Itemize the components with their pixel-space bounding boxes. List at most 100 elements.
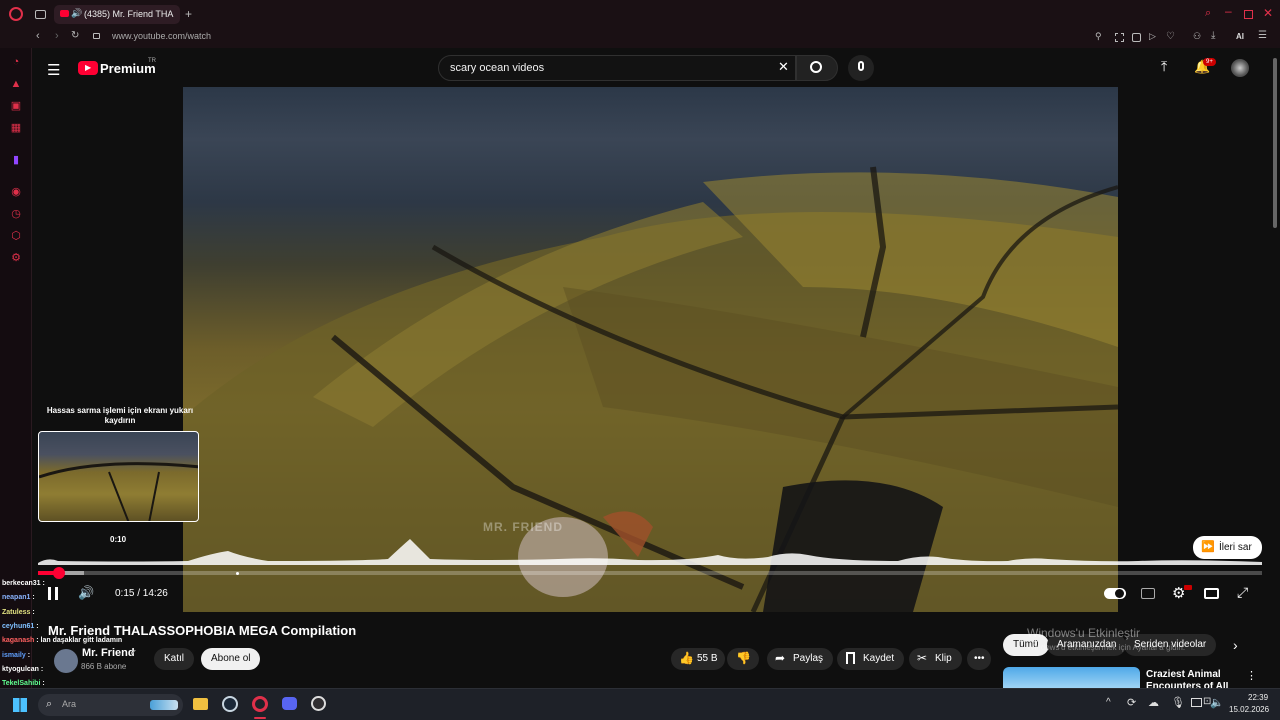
hd-badge bbox=[1184, 585, 1192, 590]
tray-microphone-icon[interactable]: 🎙 bbox=[1171, 696, 1185, 709]
close-window-icon[interactable]: ✕ bbox=[1263, 6, 1273, 20]
discord-icon[interactable] bbox=[282, 697, 297, 710]
skip-forward-label: İleri sar bbox=[1219, 542, 1252, 553]
extensions-icon[interactable]: ⬡ bbox=[10, 230, 22, 242]
url-field[interactable]: www.youtube.com/watch bbox=[112, 31, 211, 41]
adblock-icon[interactable] bbox=[1132, 33, 1141, 42]
share-label: Paylaş bbox=[793, 653, 824, 664]
activation-subtitle: Windows'u etkinleştirmek için Ayarlar'a … bbox=[1027, 643, 1186, 652]
chat-username: ismaily bbox=[2, 651, 26, 659]
voice-search-button[interactable] bbox=[848, 55, 874, 81]
opera-logo-icon[interactable] bbox=[9, 7, 23, 21]
channel-avatar[interactable] bbox=[54, 649, 78, 673]
video-player[interactable]: MR. FRIEND bbox=[183, 87, 1118, 612]
share-button[interactable]: ➦ Paylaş bbox=[767, 648, 834, 670]
music-icon[interactable]: ▦ bbox=[10, 122, 22, 134]
forward-icon[interactable]: › bbox=[55, 30, 59, 42]
progress-bar-track[interactable] bbox=[38, 571, 1262, 575]
video-watermark: MR. FRIEND bbox=[483, 520, 563, 534]
search-tabs-icon[interactable]: ⌕ bbox=[1205, 7, 1211, 20]
tab-manager-icon[interactable] bbox=[35, 10, 46, 19]
taskbar-clock[interactable]: 22:39 bbox=[1248, 693, 1268, 702]
messenger-icon[interactable]: ▣ bbox=[10, 100, 22, 112]
chat-username: kaganash bbox=[2, 637, 35, 645]
file-explorer-icon[interactable] bbox=[193, 698, 208, 710]
chat-message: berkecan31 : bbox=[2, 580, 45, 587]
channel-name[interactable]: Mr. Friend bbox=[82, 647, 135, 659]
save-button[interactable]: Kaydet bbox=[837, 648, 905, 670]
fullscreen-icon[interactable]: ⤢ bbox=[1237, 584, 1248, 601]
windows-start-icon[interactable] bbox=[13, 698, 27, 712]
download-icon[interactable]: ⤓ bbox=[1211, 30, 1215, 41]
opera-taskbar-icon[interactable] bbox=[252, 696, 268, 712]
maximize-icon[interactable] bbox=[1244, 10, 1253, 19]
crypto-wallet-icon[interactable]: ▲ bbox=[10, 78, 22, 90]
activation-title: Windows'u Etkinleştir bbox=[1027, 626, 1140, 640]
chat-text: : bbox=[38, 665, 44, 673]
recommendation-menu-icon[interactable]: ⋮ bbox=[1246, 669, 1257, 682]
recommendation-title-line1[interactable]: Craziest Animal bbox=[1146, 669, 1221, 680]
browser-tab-youtube[interactable]: 🔊 (4385) Mr. Friend THA bbox=[54, 5, 180, 24]
chat-text: : bbox=[25, 651, 31, 659]
reload-icon[interactable]: ↻ bbox=[71, 30, 79, 41]
join-button[interactable]: Katıl bbox=[154, 648, 195, 670]
settings-icon[interactable]: ⚙ bbox=[10, 252, 22, 264]
skip-forward-button[interactable]: ⏩ İleri sar bbox=[1193, 536, 1262, 559]
page-scrollbar[interactable] bbox=[1273, 58, 1277, 228]
tray-volume-icon[interactable]: 🔈 bbox=[1210, 696, 1224, 709]
clear-search-icon[interactable]: ✕ bbox=[778, 59, 789, 75]
pin-icon[interactable]: ⚲ bbox=[1095, 31, 1102, 42]
aria-icon[interactable]: ◔ bbox=[10, 56, 22, 68]
profile-icon[interactable]: ⚇ bbox=[1193, 31, 1201, 42]
taskbar-search-icon: ⌕ bbox=[46, 698, 53, 710]
like-button[interactable]: 👍 55 B bbox=[671, 648, 725, 670]
upload-icon[interactable]: ⤒ bbox=[1161, 58, 1167, 75]
subtitles-icon[interactable] bbox=[1141, 588, 1155, 599]
clip-button[interactable]: ✂ Klip bbox=[909, 648, 962, 670]
menu-icon[interactable]: ☰ bbox=[1258, 30, 1267, 41]
snapshot-icon[interactable] bbox=[1115, 33, 1124, 42]
chevron-right-icon[interactable]: › bbox=[1233, 637, 1238, 653]
hamburger-menu-icon[interactable]: ☰ bbox=[47, 61, 60, 79]
obs-icon[interactable] bbox=[311, 696, 326, 711]
volume-icon[interactable]: 🔊 bbox=[78, 585, 94, 601]
chat-text: : bbox=[30, 594, 35, 602]
tray-cloud-icon[interactable]: ☁ bbox=[1148, 696, 1159, 709]
new-tab-button[interactable]: + bbox=[185, 7, 192, 21]
heart-icon[interactable]: ♡ bbox=[1166, 31, 1175, 42]
tray-chevron-icon[interactable]: ^ bbox=[1106, 697, 1111, 708]
taskbar-search-box[interactable]: ⌕ Ara bbox=[38, 694, 183, 716]
search-input[interactable]: scary ocean videos bbox=[438, 55, 796, 81]
tray-sync-icon[interactable]: ⟳ bbox=[1127, 696, 1136, 709]
recommendation-thumbnail[interactable] bbox=[1003, 667, 1140, 688]
chat-username: ktyogulcan bbox=[2, 665, 39, 673]
chat-text: : bbox=[34, 622, 39, 630]
pause-icon[interactable] bbox=[48, 587, 58, 600]
clip-label: Klip bbox=[935, 653, 952, 664]
play-icon[interactable]: ▷ bbox=[1149, 31, 1156, 42]
minimize-icon[interactable]: – bbox=[1225, 4, 1232, 18]
tab-title: (4385) Mr. Friend THA bbox=[84, 9, 174, 19]
subscribe-button[interactable]: Abone ol bbox=[201, 648, 261, 670]
player-icon[interactable]: ◉ bbox=[10, 186, 22, 198]
back-icon[interactable]: ‹ bbox=[36, 30, 40, 42]
avatar[interactable] bbox=[1231, 59, 1249, 77]
miniplayer-icon[interactable] bbox=[1204, 588, 1219, 599]
dislike-button[interactable]: 👎 bbox=[727, 648, 759, 670]
speaker-icon[interactable]: 🔊 bbox=[71, 8, 82, 19]
search-button[interactable] bbox=[796, 55, 838, 81]
history-icon[interactable]: ◷ bbox=[10, 208, 22, 220]
video-title: Mr. Friend THALASSOPHOBIA MEGA Compilati… bbox=[48, 623, 357, 638]
chat-message: neapan1 : bbox=[2, 594, 35, 601]
tray-display-icon[interactable] bbox=[1191, 698, 1202, 707]
opera-active-indicator bbox=[254, 717, 266, 719]
ai-button[interactable]: AI bbox=[1236, 32, 1244, 41]
fast-forward-icon: ⏩ bbox=[1201, 541, 1215, 553]
twitch-icon[interactable]: ▮ bbox=[10, 154, 22, 166]
more-actions-button[interactable]: ••• bbox=[967, 648, 991, 670]
steam-icon[interactable] bbox=[222, 696, 238, 712]
search-highlight-icon bbox=[150, 700, 178, 710]
progress-scrubber[interactable] bbox=[53, 567, 65, 579]
taskbar-date[interactable]: 15.02.2026 bbox=[1229, 705, 1269, 714]
chat-message: TekelSahibi : bbox=[2, 680, 45, 687]
